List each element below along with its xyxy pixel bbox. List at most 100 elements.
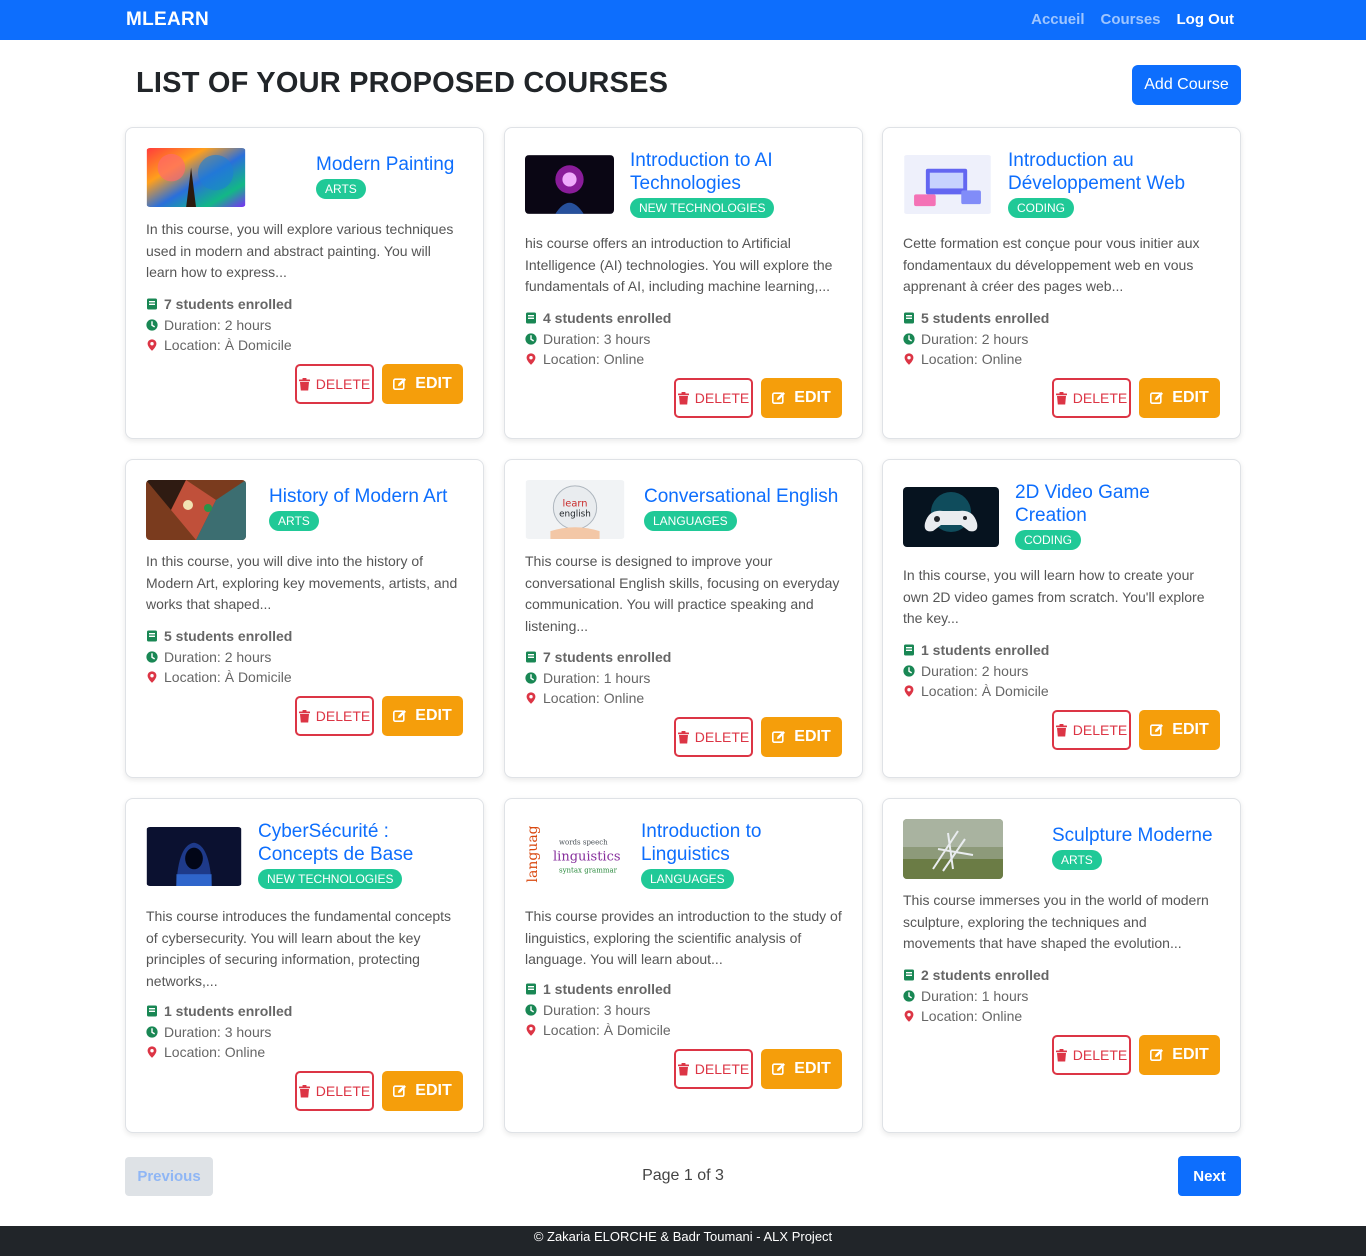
duration-text: Duration: 1 hours (543, 669, 651, 686)
course-title[interactable]: Modern Painting (316, 153, 466, 176)
enrolled-row: 7 students enrolled (146, 294, 292, 315)
category-badge: ARTS (316, 179, 366, 199)
edit-button[interactable]: EDIT (382, 696, 463, 736)
enrolled-count: 7 students enrolled (543, 649, 672, 665)
delete-button[interactable]: DELETE (1052, 1035, 1131, 1075)
course-meta: 1 students enrolled Duration: 3 hours Lo… (525, 979, 671, 1041)
course-meta: 5 students enrolled Duration: 2 hours Lo… (146, 626, 292, 688)
category-badge: ARTS (1052, 850, 1102, 870)
delete-button[interactable]: DELETE (1052, 710, 1131, 750)
duration-row: Duration: 2 hours (146, 315, 292, 336)
nav-link-logout[interactable]: Log Out (1177, 11, 1234, 28)
nav-link-courses[interactable]: Courses (1100, 11, 1160, 28)
nav-link-accueil[interactable]: Accueil (1031, 11, 1084, 28)
delete-button[interactable]: DELETE (1052, 378, 1131, 418)
duration-text: Duration: 3 hours (543, 330, 651, 347)
delete-button[interactable]: DELETE (674, 1049, 753, 1089)
book-icon (904, 312, 914, 324)
svg-text:syntax grammar: syntax grammar (559, 867, 618, 875)
delete-label: DELETE (694, 1061, 750, 1077)
category-badge: ARTS (269, 511, 319, 531)
delete-button[interactable]: DELETE (674, 378, 753, 418)
duration-text: Duration: 2 hours (921, 662, 1029, 679)
delete-button[interactable]: DELETE (295, 696, 374, 736)
course-meta: 1 students enrolled Duration: 2 hours Lo… (903, 640, 1049, 702)
location-pin-icon (147, 339, 157, 352)
enrolled-count: 4 students enrolled (543, 310, 672, 326)
card-actions: DELETE EDIT (674, 1049, 842, 1089)
next-button[interactable]: Next (1178, 1156, 1241, 1196)
course-title[interactable]: 2D Video Game Creation (1015, 481, 1195, 527)
edit-button[interactable]: EDIT (1139, 378, 1220, 418)
course-title[interactable]: Conversational English (644, 485, 844, 508)
svg-text:language: language (525, 826, 541, 883)
edit-icon (772, 392, 786, 405)
delete-button[interactable]: DELETE (295, 364, 374, 404)
footer: © Zakaria ELORCHE & Badr Toumani - ALX P… (0, 1226, 1366, 1256)
edit-button[interactable]: EDIT (761, 378, 842, 418)
location-row: Location: À Domicile (146, 667, 292, 688)
location-text: Location: Online (921, 351, 1023, 367)
navbar: MLEARN Accueil Courses Log Out (0, 0, 1366, 40)
course-meta: 4 students enrolled Duration: 3 hours Lo… (525, 308, 671, 370)
edit-button[interactable]: EDIT (382, 364, 463, 404)
course-description: In this course, you will dive into the h… (146, 553, 458, 613)
course-title[interactable]: Sculpture Moderne (1052, 824, 1232, 847)
brand-logo[interactable]: MLEARN (126, 9, 209, 31)
location-pin-icon (904, 685, 914, 698)
card-title-wrap: History of Modern Art ARTS (269, 485, 469, 531)
edit-button[interactable]: EDIT (761, 717, 842, 757)
course-title[interactable]: History of Modern Art (269, 485, 469, 508)
course-image (525, 155, 614, 214)
card-title-wrap: Introduction to AI Technologies NEW TECH… (630, 149, 830, 218)
book-icon (147, 1005, 157, 1017)
location-pin-icon (526, 353, 536, 366)
clock-icon (146, 651, 158, 663)
location-text: Location: Online (921, 1008, 1023, 1024)
course-card: Sculpture Moderne ARTS This course immer… (882, 798, 1241, 1133)
edit-label: EDIT (794, 389, 831, 406)
course-title[interactable]: Introduction to Linguistics (641, 820, 841, 866)
location-text: Location: À Domicile (543, 1022, 671, 1038)
duration-row: Duration: 2 hours (146, 647, 292, 668)
delete-button[interactable]: DELETE (674, 717, 753, 757)
card-title-wrap: CyberSécurité : Concepts de Base NEW TEC… (258, 820, 458, 889)
card-header: language linguistics words speech syntax gr… (505, 799, 862, 889)
edit-button[interactable]: EDIT (1139, 1035, 1220, 1075)
course-title[interactable]: Introduction to AI Technologies (630, 149, 830, 195)
course-image (903, 819, 1003, 879)
edit-button[interactable]: EDIT (1139, 710, 1220, 750)
duration-text: Duration: 2 hours (921, 330, 1029, 347)
book-icon (526, 312, 536, 324)
course-title[interactable]: Introduction au Développement Web (1008, 149, 1208, 195)
card-title-wrap: Conversational English LANGUAGES (644, 485, 844, 531)
duration-row: Duration: 3 hours (525, 329, 671, 350)
enrolled-row: 1 students enrolled (525, 979, 671, 1000)
edit-label: EDIT (1172, 1046, 1209, 1063)
edit-label: EDIT (794, 728, 831, 745)
course-card: Introduction to AI Technologies NEW TECH… (504, 127, 863, 439)
edit-label: EDIT (415, 707, 452, 724)
card-actions: DELETE EDIT (674, 717, 842, 757)
delete-button[interactable]: DELETE (295, 1071, 374, 1111)
edit-label: EDIT (415, 1082, 452, 1099)
duration-row: Duration: 2 hours (903, 329, 1049, 350)
category-badge: NEW TECHNOLOGIES (630, 198, 775, 218)
course-title[interactable]: CyberSécurité : Concepts de Base (258, 820, 458, 866)
location-pin-icon (526, 1024, 536, 1037)
location-row: Location: Online (903, 1006, 1049, 1027)
card-title-wrap: Introduction to Linguistics LANGUAGES (641, 820, 841, 889)
duration-text: Duration: 1 hours (921, 987, 1029, 1004)
course-description: This course provides an introduction to … (525, 908, 842, 968)
course-image (146, 827, 242, 886)
trash-icon (677, 391, 689, 404)
edit-button[interactable]: EDIT (761, 1049, 842, 1089)
course-description: In this course, you will explore various… (146, 221, 454, 281)
location-row: Location: Online (525, 688, 671, 709)
card-header: Introduction to AI Technologies NEW TECH… (505, 128, 862, 218)
duration-text: Duration: 2 hours (164, 316, 272, 333)
add-course-button[interactable]: Add Course (1132, 65, 1241, 105)
edit-button[interactable]: EDIT (382, 1071, 463, 1111)
delete-label: DELETE (694, 390, 750, 406)
category-badge: NEW TECHNOLOGIES (258, 869, 403, 889)
